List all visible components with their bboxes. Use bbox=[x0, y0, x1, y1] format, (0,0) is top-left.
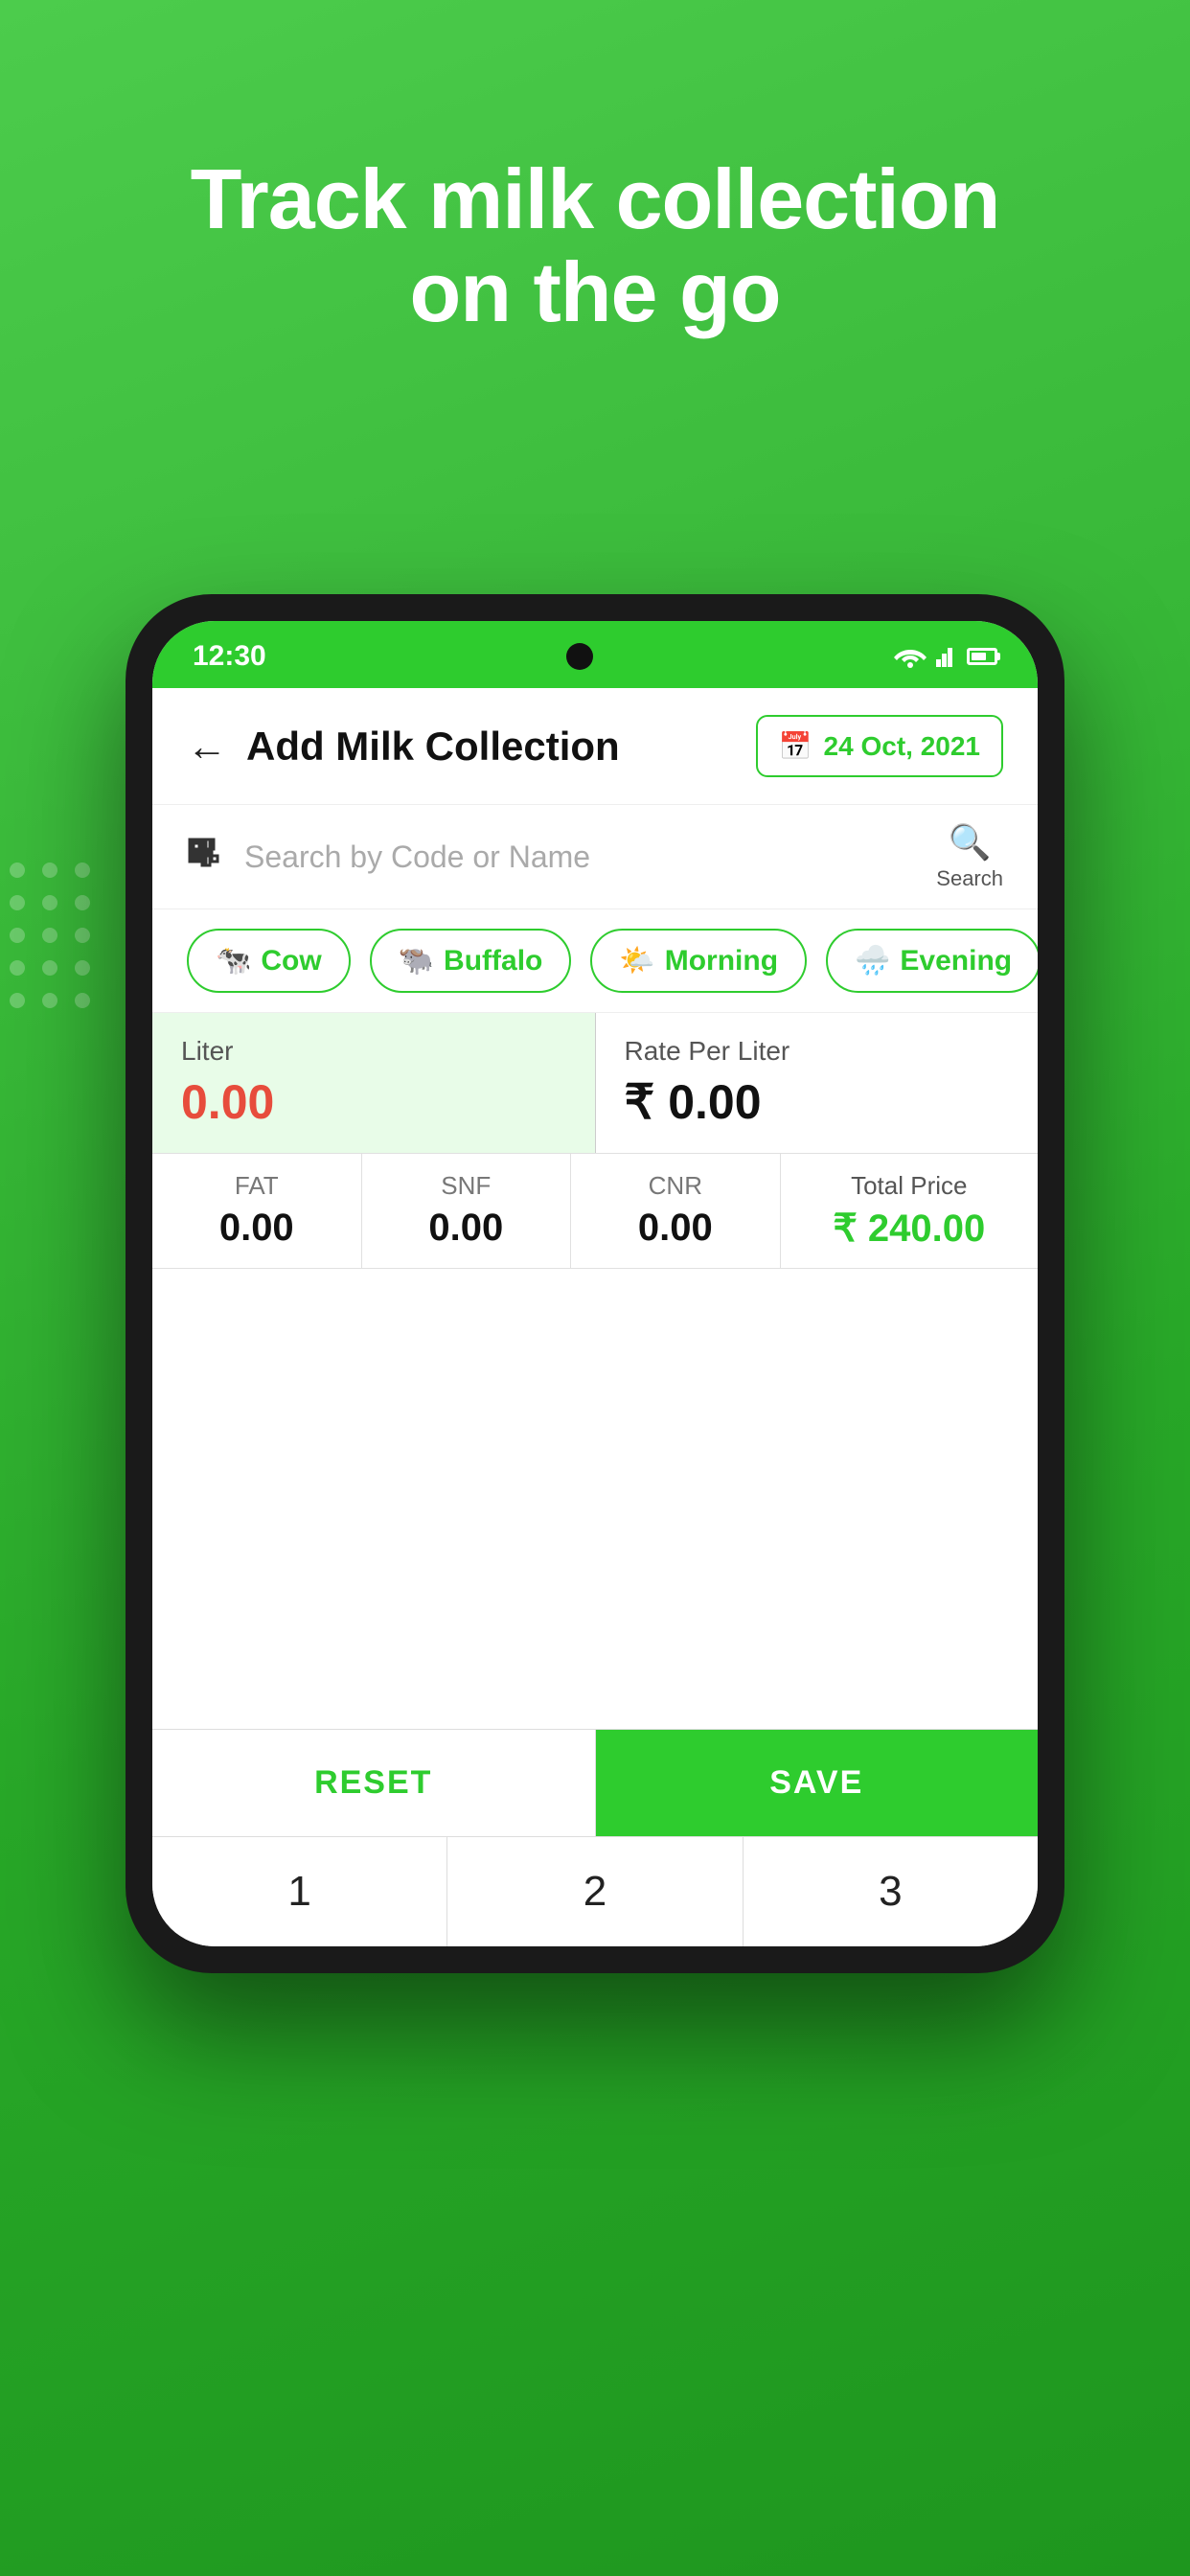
total-label: Total Price bbox=[804, 1171, 1015, 1201]
barcode-icon bbox=[187, 837, 227, 877]
key-2[interactable]: 2 bbox=[447, 1837, 743, 1946]
decorative-dots bbox=[10, 862, 90, 1008]
signal-icon bbox=[936, 646, 957, 667]
fat-box: FAT 0.00 bbox=[152, 1154, 362, 1268]
phone-mockup: 12:30 bbox=[126, 594, 1064, 1973]
snf-label: SNF bbox=[385, 1171, 548, 1201]
key-1[interactable]: 1 bbox=[152, 1837, 447, 1946]
cow-label: Cow bbox=[261, 945, 321, 978]
app-header: ← Add Milk Collection 📅 24 Oct, 2021 bbox=[152, 688, 1038, 805]
total-price-box: Total Price ₹ 240.00 bbox=[781, 1154, 1038, 1268]
key-3[interactable]: 3 bbox=[744, 1837, 1038, 1946]
filter-row: 🐄 Cow 🐃 Buffalo 🌤️ Morning 🌧️ Evening bbox=[152, 909, 1038, 1013]
rate-value: ₹ 0.00 bbox=[625, 1074, 1010, 1130]
back-button[interactable]: ← bbox=[187, 724, 227, 770]
morning-emoji: 🌤️ bbox=[619, 944, 654, 978]
search-label: Search bbox=[936, 866, 1003, 891]
rate-label: Rate Per Liter bbox=[625, 1036, 1010, 1067]
liter-rate-section: Liter 0.00 Rate Per Liter ₹ 0.00 bbox=[152, 1013, 1038, 1154]
search-placeholder: Search by Code or Name bbox=[244, 840, 590, 875]
filter-evening[interactable]: 🌧️ Evening bbox=[826, 929, 1038, 993]
evening-emoji: 🌧️ bbox=[855, 944, 890, 978]
status-icons bbox=[894, 645, 997, 668]
page-title: Add Milk Collection bbox=[246, 724, 620, 770]
cnr-label: CNR bbox=[594, 1171, 757, 1201]
filter-buffalo[interactable]: 🐃 Buffalo bbox=[370, 929, 572, 993]
wifi-icon bbox=[894, 645, 927, 668]
status-time: 12:30 bbox=[193, 640, 266, 673]
status-bar: 12:30 bbox=[152, 621, 1038, 688]
cnr-value: 0.00 bbox=[594, 1207, 757, 1250]
fat-value: 0.00 bbox=[175, 1207, 338, 1250]
search-button[interactable]: 🔍 Search bbox=[936, 822, 1003, 891]
snf-box: SNF 0.00 bbox=[362, 1154, 572, 1268]
search-row: Search by Code or Name 🔍 Search bbox=[152, 805, 1038, 909]
rate-display-box: Rate Per Liter ₹ 0.00 bbox=[596, 1013, 1039, 1153]
reset-button[interactable]: RESET bbox=[152, 1730, 596, 1836]
camera-notch bbox=[566, 643, 593, 670]
selected-date: 24 Oct, 2021 bbox=[824, 731, 980, 762]
content-area bbox=[152, 1269, 1038, 1729]
search-icon: 🔍 bbox=[949, 822, 992, 862]
hero-heading: Track milk collection on the go bbox=[114, 153, 1077, 339]
liter-value: 0.00 bbox=[181, 1074, 566, 1130]
metrics-section: FAT 0.00 SNF 0.00 CNR 0.00 Total Price ₹… bbox=[152, 1154, 1038, 1269]
snf-value: 0.00 bbox=[385, 1207, 548, 1250]
filter-cow[interactable]: 🐄 Cow bbox=[187, 929, 351, 993]
morning-label: Morning bbox=[665, 945, 778, 978]
action-buttons: RESET SAVE bbox=[152, 1729, 1038, 1836]
filter-morning[interactable]: 🌤️ Morning bbox=[590, 929, 807, 993]
keypad-row: 1 2 3 bbox=[152, 1836, 1038, 1946]
total-value: ₹ 240.00 bbox=[804, 1207, 1015, 1251]
date-picker-button[interactable]: 📅 24 Oct, 2021 bbox=[756, 715, 1003, 777]
liter-input-box[interactable]: Liter 0.00 bbox=[152, 1013, 596, 1153]
fat-label: FAT bbox=[175, 1171, 338, 1201]
save-button[interactable]: SAVE bbox=[596, 1730, 1039, 1836]
battery-icon bbox=[967, 648, 997, 665]
calendar-icon: 📅 bbox=[779, 730, 812, 762]
buffalo-label: Buffalo bbox=[444, 945, 542, 978]
liter-label: Liter bbox=[181, 1036, 566, 1067]
cnr-box: CNR 0.00 bbox=[571, 1154, 781, 1268]
evening-label: Evening bbox=[900, 945, 1012, 978]
cow-emoji: 🐄 bbox=[216, 944, 251, 978]
buffalo-emoji: 🐃 bbox=[399, 944, 434, 978]
